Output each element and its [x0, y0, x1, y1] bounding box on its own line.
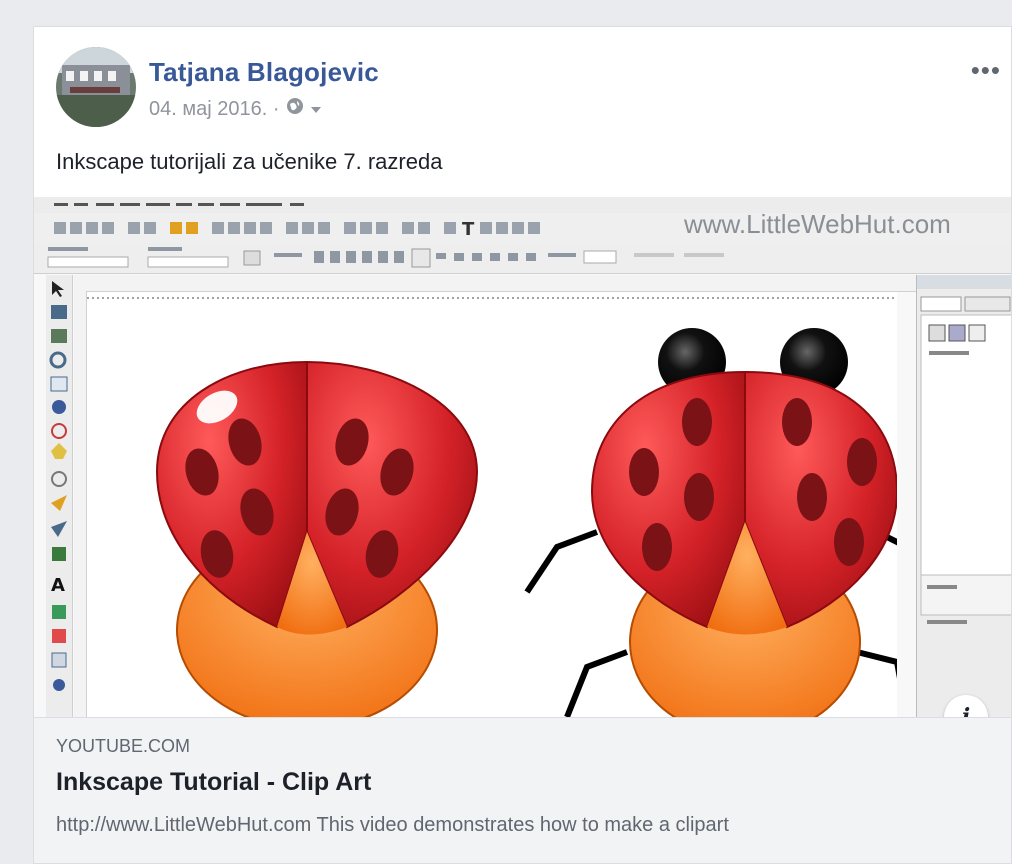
post-text: Inkscape tutorijali za učenike 7. razred…: [56, 149, 443, 174]
globe-icon[interactable]: [286, 97, 304, 121]
fill-stroke-panel: [916, 275, 1011, 717]
preview-watermark: www.LittleWebHut.com: [684, 209, 951, 239]
ruler-horizontal: [74, 275, 916, 292]
inkscape-tool-controls: [34, 243, 1011, 274]
ladybug-right: [524, 328, 919, 717]
author-name[interactable]: Tatjana Blagojevic: [149, 57, 379, 88]
svg-text:T: T: [462, 219, 475, 240]
link-domain: YOUTUBE.COM: [56, 736, 191, 756]
avatar[interactable]: [56, 47, 136, 127]
audience-chevron-down-icon[interactable]: [310, 98, 322, 121]
inkscape-canvas: [87, 292, 919, 717]
link-description: http://www.LittleWebHut.com This video d…: [56, 814, 729, 836]
post-date[interactable]: 04. мај 2016. ·: [149, 98, 280, 121]
inkscape-toolbox: A: [46, 275, 73, 717]
ruler-vertical: [74, 291, 87, 717]
more-options-button[interactable]: •••: [971, 55, 1001, 86]
svg-text:A: A: [51, 575, 65, 596]
post-meta: 04. мај 2016. ·: [149, 97, 322, 121]
link-title[interactable]: Inkscape Tutorial - Clip Art: [56, 768, 371, 797]
post-card: Tatjana Blagojevic 04. мај 2016. · ••• I…: [33, 26, 1012, 864]
link-info[interactable]: YOUTUBE.COM Inkscape Tutorial - Clip Art…: [34, 717, 1011, 863]
link-preview-image[interactable]: T www.LittleWebHut.com A: [34, 197, 1011, 717]
ladybug-left: [155, 360, 479, 717]
